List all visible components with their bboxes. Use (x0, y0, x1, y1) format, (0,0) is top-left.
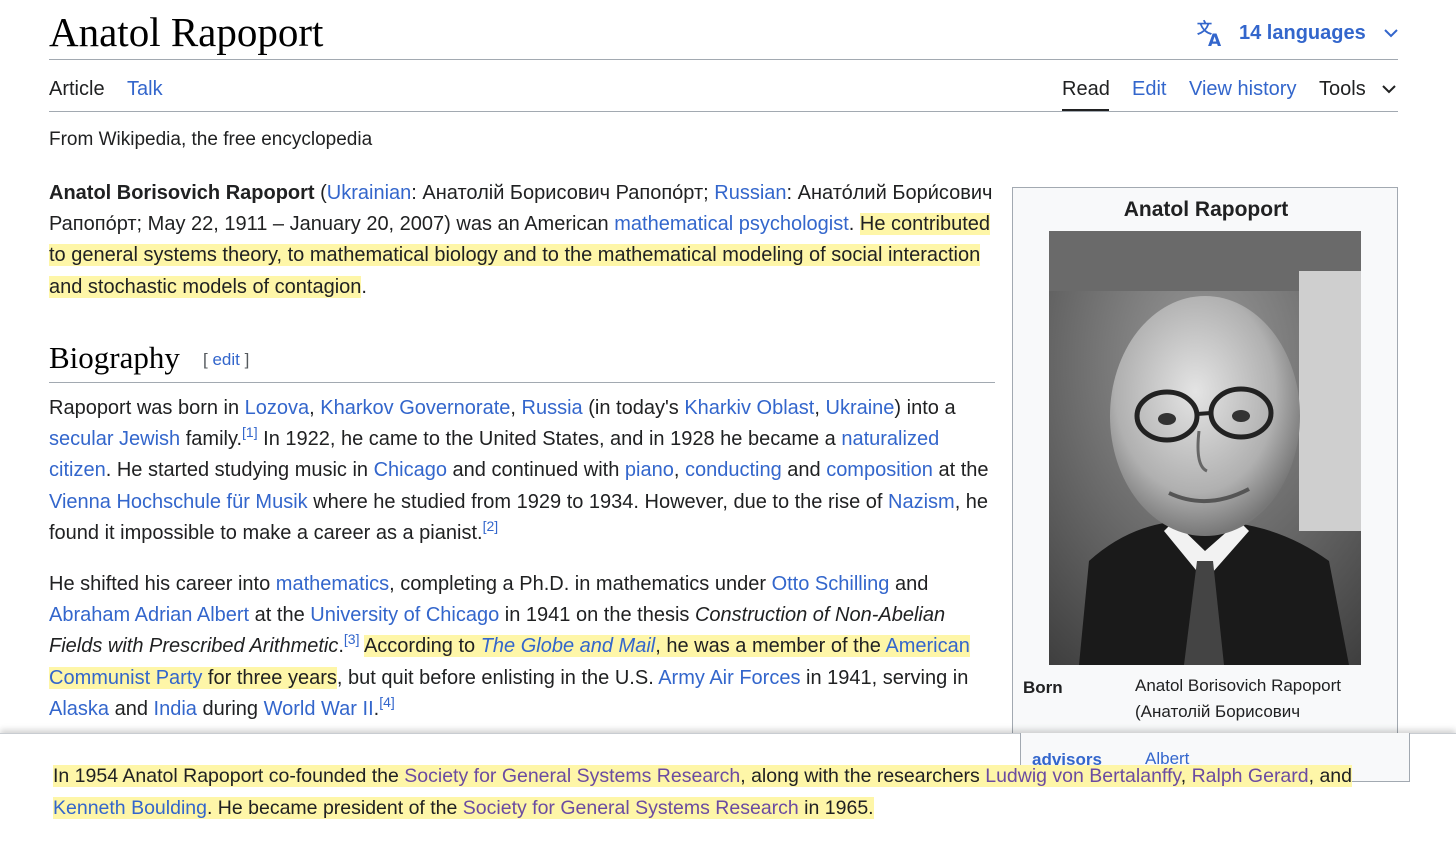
link-mathematical-psychologist[interactable]: mathematical psychologist (614, 213, 849, 235)
infobox: Anatol Rapoport Born Anatol Borisovich R… (1012, 187, 1398, 749)
link-university-of-chicago[interactable]: University of Chicago (310, 604, 499, 626)
subject-name: Anatol Borisovich Rapoport (49, 182, 315, 204)
page-title: Anatol Rapoport (49, 9, 324, 55)
link-ludwig-von-bertalanffy[interactable]: Ludwig von Bertalanffy (985, 765, 1181, 787)
chevron-down-icon[interactable] (1382, 84, 1396, 94)
link-kenneth-boulding[interactable]: Kenneth Boulding (53, 797, 207, 819)
link-vienna-hochschule[interactable]: Vienna Hochschule für Musik (49, 491, 308, 513)
link-sgsr[interactable]: Society for General Systems Research (404, 765, 740, 787)
infobox-born-label: Born (1023, 678, 1063, 697)
link-secular-jewish[interactable]: secular Jewish (49, 428, 180, 450)
site-tagline: From Wikipedia, the free encyclopedia (49, 129, 373, 150)
chevron-down-icon (1384, 29, 1398, 38)
link-nazism[interactable]: Nazism (888, 491, 955, 513)
link-composition[interactable]: composition (826, 459, 933, 481)
link-india[interactable]: India (154, 698, 197, 720)
tab-view-history[interactable]: View history (1189, 76, 1296, 102)
reference-3[interactable]: [3] (344, 631, 360, 647)
link-russian[interactable]: Russian (714, 182, 786, 204)
highlighted-text: In 1954 Anatol Rapoport co-founded the S… (53, 765, 1352, 819)
link-alaska[interactable]: Alaska (49, 698, 109, 720)
link-globe-and-mail[interactable]: The Globe and Mail (481, 635, 656, 657)
tab-talk[interactable]: Talk (127, 76, 163, 102)
link-ralph-gerard[interactable]: Ralph Gerard (1192, 765, 1309, 787)
title-divider (49, 59, 1398, 60)
tab-tools[interactable]: Tools (1319, 76, 1366, 102)
link-ukrainian[interactable]: Ukrainian (327, 182, 411, 204)
infobox-born-value-2: (Анатолій Борисович (1135, 702, 1301, 721)
biography-paragraph-3: In 1954 Anatol Rapoport co-founded the S… (53, 761, 1413, 824)
biography-paragraph-2: He shifted his career into mathematics, … (49, 573, 970, 720)
link-conducting[interactable]: conducting (685, 459, 782, 481)
tabs-divider (49, 111, 1398, 112)
reference-1[interactable]: [1] (242, 424, 258, 440)
link-kharkiv-oblast[interactable]: Kharkiv Oblast (684, 397, 814, 419)
section-heading-biography: Biography (49, 340, 180, 375)
svg-text:A: A (1208, 31, 1222, 48)
language-selector[interactable]: 文 A 14 languages (1196, 18, 1398, 48)
edit-link[interactable]: edit (212, 350, 239, 369)
translate-icon: 文 A (1197, 19, 1222, 48)
lead-paragraph: Anatol Borisovich Rapoport (Ukrainian: А… (49, 182, 993, 298)
link-otto-schilling[interactable]: Otto Schilling (772, 573, 890, 595)
reference-4[interactable]: [4] (379, 694, 395, 710)
infobox-title: Anatol Rapoport (1123, 198, 1289, 221)
section-edit-link[interactable]: [ edit ] (203, 350, 249, 370)
link-lozova[interactable]: Lozova (245, 397, 310, 419)
tab-read[interactable]: Read (1062, 76, 1110, 102)
link-mathematics[interactable]: mathematics (276, 573, 389, 595)
link-russia[interactable]: Russia (522, 397, 583, 419)
link-piano[interactable]: piano (625, 459, 674, 481)
link-kharkov-governorate[interactable]: Kharkov Governorate (320, 397, 510, 419)
link-chicago[interactable]: Chicago (374, 459, 447, 481)
biography-paragraph-1: Rapoport was born in Lozova, Kharkov Gov… (49, 397, 989, 544)
reference-2[interactable]: [2] (483, 518, 499, 534)
portrait-image (1049, 231, 1361, 665)
portrait-photo[interactable] (1049, 231, 1361, 665)
link-world-war-ii[interactable]: World War II (264, 698, 374, 720)
link-ukraine[interactable]: Ukraine (826, 397, 895, 419)
tab-article[interactable]: Article (49, 76, 105, 102)
link-sgsr-2[interactable]: Society for General Systems Research (463, 797, 799, 819)
tab-edit[interactable]: Edit (1132, 76, 1166, 102)
section-divider (49, 382, 995, 383)
language-count: 14 languages (1239, 21, 1366, 44)
link-abraham-adrian-albert[interactable]: Abraham Adrian Albert (49, 604, 249, 626)
link-army-air-forces[interactable]: Army Air Forces (658, 667, 800, 689)
infobox-born-value-1: Anatol Borisovich Rapoport (1135, 676, 1342, 695)
